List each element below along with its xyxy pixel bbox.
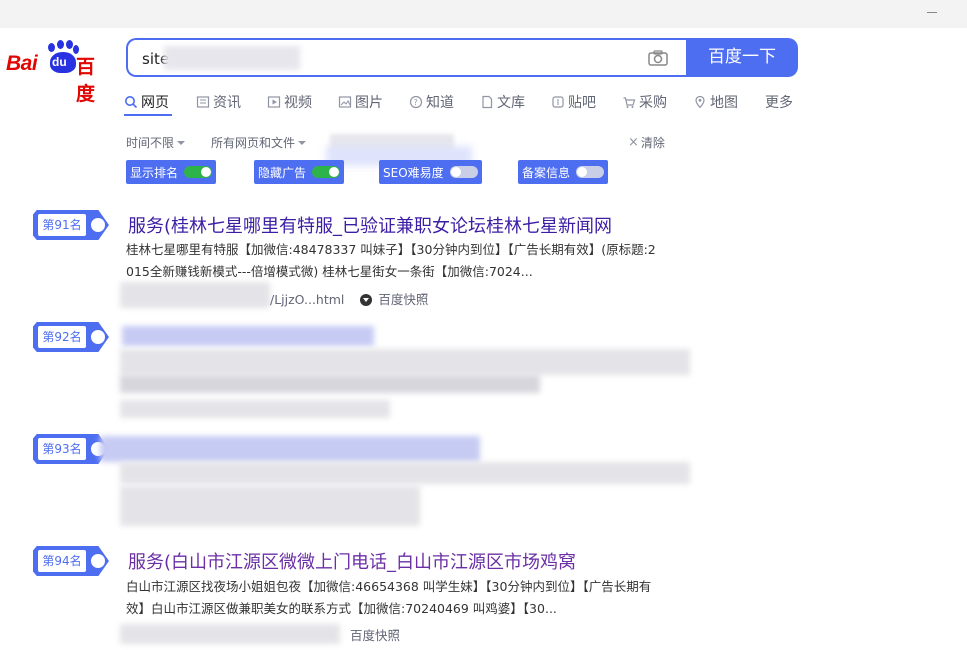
redacted-title — [100, 436, 480, 462]
tab-more[interactable]: 更多 — [765, 92, 793, 112]
rank-badge: 第93名 — [33, 434, 109, 464]
redacted-url — [120, 400, 390, 418]
redacted-abstract — [120, 349, 690, 375]
clear-label: 清除 — [640, 136, 665, 150]
redacted-url — [120, 624, 340, 644]
video-icon — [267, 96, 281, 108]
tieba-icon — [552, 96, 564, 108]
toggle-show-rank[interactable]: 显示排名 — [126, 160, 217, 184]
tab-tieba[interactable]: 贴吧 — [551, 92, 596, 112]
paw-icon: du — [46, 40, 79, 74]
result-abstract: 白山市江源区找夜场小姐姐包夜【加微信:46654368 叫学生妹】【30分钟内到… — [126, 576, 686, 620]
toggle-label: SEO难易度 — [383, 165, 444, 180]
scope-filter-dropdown[interactable]: 所有网页和文件 — [211, 134, 307, 151]
abstract-line: 白山市江源区找夜场小姐姐包夜【加微信:46654368 叫学生妹】【30分钟内到… — [126, 579, 652, 594]
switch-off-icon[interactable] — [449, 166, 478, 178]
tab-images[interactable]: 图片 — [338, 92, 383, 112]
minimize-icon[interactable] — [927, 12, 937, 13]
chevron-down-icon — [298, 140, 307, 145]
redacted-url — [120, 282, 270, 308]
tab-label: 更多 — [765, 95, 793, 111]
redacted-title — [122, 326, 374, 346]
cart-icon — [623, 97, 636, 108]
tab-label: 图片 — [355, 95, 383, 111]
result-title-link[interactable]: 服务(白山市江源区微微上门电话_白山市江源区市场鸡窝 — [128, 548, 576, 574]
abstract-line: 桂林七星哪里有特服【加微信:48478337 叫妹子】【30分钟内到位】【广告长… — [126, 242, 656, 257]
news-icon — [196, 96, 210, 108]
abstract-line: 效】白山市江源区做兼职美女的联系方式【加微信:70240469 叫鸡婆】【30.… — [126, 601, 557, 616]
dropdown-icon[interactable] — [360, 294, 373, 306]
tab-label: 资讯 — [213, 95, 241, 111]
rank-detail-icon[interactable] — [91, 330, 105, 344]
rank-badge: 第91名 — [33, 210, 109, 240]
window-titlebar — [0, 0, 967, 28]
switch-on-icon[interactable] — [312, 166, 341, 178]
redacted-abstract — [120, 375, 540, 393]
cache-link[interactable]: 百度快照 — [350, 625, 400, 644]
active-tab-underline — [124, 114, 172, 116]
tab-label: 地图 — [710, 95, 738, 111]
tab-video[interactable]: 视频 — [267, 92, 312, 112]
map-icon — [695, 95, 705, 109]
rank-detail-icon[interactable] — [91, 218, 105, 232]
switch-off-icon[interactable] — [576, 166, 605, 178]
tab-label: 网页 — [141, 95, 169, 111]
redacted-abstract — [120, 462, 690, 484]
abstract-line: 015全新赚钱新模式---倍增模式微) 桂林七星街女一条街【加微信:7024..… — [126, 264, 533, 279]
scope-filter-label: 所有网页和文件 — [211, 136, 296, 150]
search-icon — [125, 96, 138, 109]
seo-toggle-bar: 显示排名 隐藏广告 SEO难易度 备案信息 — [126, 160, 726, 184]
rank-label: 第92名 — [38, 326, 86, 348]
tab-purchase[interactable]: 采购 — [622, 92, 667, 112]
image-icon — [338, 96, 352, 108]
toggle-hide-ads[interactable]: 隐藏广告 — [254, 160, 345, 184]
camera-icon[interactable] — [648, 50, 668, 66]
time-filter-dropdown[interactable]: 时间不限 — [126, 134, 186, 151]
toggle-label: 备案信息 — [522, 165, 571, 180]
result-abstract: 桂林七星哪里有特服【加微信:48478337 叫妹子】【30分钟内到位】【广告长… — [126, 239, 686, 283]
search-button[interactable]: 百度一下 — [686, 38, 798, 77]
clear-filter-button[interactable]: × 清除 — [628, 134, 665, 151]
time-filter-label: 时间不限 — [126, 136, 175, 150]
tab-map[interactable]: 地图 — [693, 92, 738, 112]
tab-news[interactable]: 资讯 — [196, 92, 241, 112]
tab-label: 采购 — [639, 95, 667, 111]
tab-label: 视频 — [284, 95, 312, 111]
result-title-link[interactable]: 服务(桂林七星哪里有特服_已验证兼职女论坛桂林七星新闻网 — [128, 212, 612, 238]
redacted-abstract — [120, 486, 420, 526]
toggle-icp-info[interactable]: 备案信息 — [518, 160, 609, 184]
rank-badge: 第92名 — [33, 322, 109, 352]
chevron-down-icon — [177, 140, 186, 145]
tab-label: 知道 — [426, 95, 454, 111]
question-icon: ? — [409, 95, 423, 109]
rank-label: 第93名 — [38, 438, 86, 460]
result-source: /LjjzO...html 百度快照 — [270, 289, 428, 308]
document-icon — [482, 95, 493, 109]
logo-text-baidu: 百度 — [76, 56, 96, 105]
cache-link[interactable]: 百度快照 — [378, 292, 428, 307]
search-input[interactable]: site — [126, 38, 688, 77]
toggle-label: 隐藏广告 — [258, 165, 307, 180]
tab-zhidao[interactable]: ? 知道 — [409, 92, 454, 112]
logo-text-bai: Bai — [6, 52, 38, 75]
tab-wenku[interactable]: 文库 — [480, 92, 525, 112]
tab-label: 文库 — [497, 95, 525, 111]
result-url[interactable]: /LjjzO...html — [270, 292, 344, 307]
rank-label: 第94名 — [38, 550, 86, 572]
close-icon: × — [628, 135, 639, 150]
tab-web[interactable]: 网页 — [124, 92, 169, 112]
logo-text-du: du — [52, 55, 67, 69]
switch-on-icon[interactable] — [184, 166, 213, 178]
rank-label: 第91名 — [38, 214, 86, 236]
tab-label: 贴吧 — [568, 95, 596, 111]
redacted-query — [164, 46, 300, 70]
rank-detail-icon[interactable] — [91, 554, 105, 568]
svg-text:?: ? — [414, 98, 418, 107]
rank-badge: 第94名 — [33, 546, 109, 576]
toggle-label: 显示排名 — [130, 165, 179, 180]
toggle-seo-difficulty[interactable]: SEO难易度 — [379, 160, 482, 184]
